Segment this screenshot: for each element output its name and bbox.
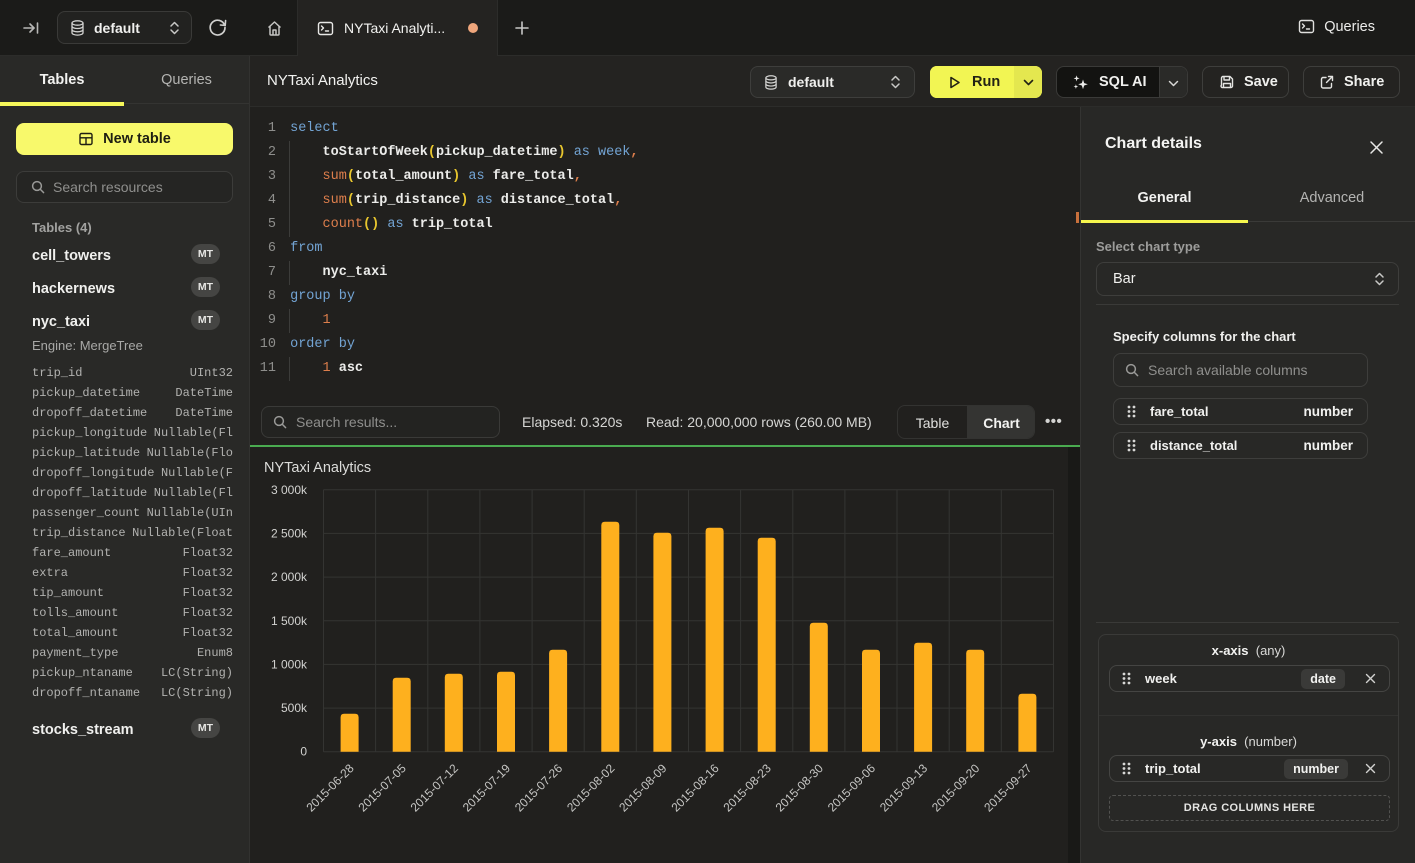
svg-text:2015-09-13: 2015-09-13 [877, 761, 931, 815]
svg-text:2015-06-28: 2015-06-28 [303, 761, 357, 815]
svg-text:2015-08-23: 2015-08-23 [721, 761, 775, 815]
svg-text:2 000k: 2 000k [271, 570, 308, 584]
svg-text:1 500k: 1 500k [271, 614, 308, 628]
svg-text:3 000k: 3 000k [271, 483, 308, 497]
svg-text:2015-08-02: 2015-08-02 [564, 761, 618, 815]
svg-text:2015-09-27: 2015-09-27 [981, 761, 1035, 815]
svg-text:2 500k: 2 500k [271, 526, 308, 540]
svg-text:0: 0 [300, 745, 307, 759]
svg-text:2015-08-30: 2015-08-30 [773, 761, 827, 815]
svg-text:2015-07-26: 2015-07-26 [512, 761, 566, 815]
svg-text:2015-08-09: 2015-08-09 [616, 761, 670, 815]
svg-text:2015-09-20: 2015-09-20 [929, 761, 983, 815]
svg-text:2015-08-16: 2015-08-16 [668, 761, 722, 815]
svg-text:2015-07-12: 2015-07-12 [408, 761, 462, 815]
svg-text:2015-07-19: 2015-07-19 [460, 761, 514, 815]
svg-text:500k: 500k [281, 701, 308, 715]
svg-text:2015-07-05: 2015-07-05 [356, 761, 410, 815]
svg-text:1 000k: 1 000k [271, 657, 308, 671]
svg-text:2015-09-06: 2015-09-06 [825, 761, 879, 815]
